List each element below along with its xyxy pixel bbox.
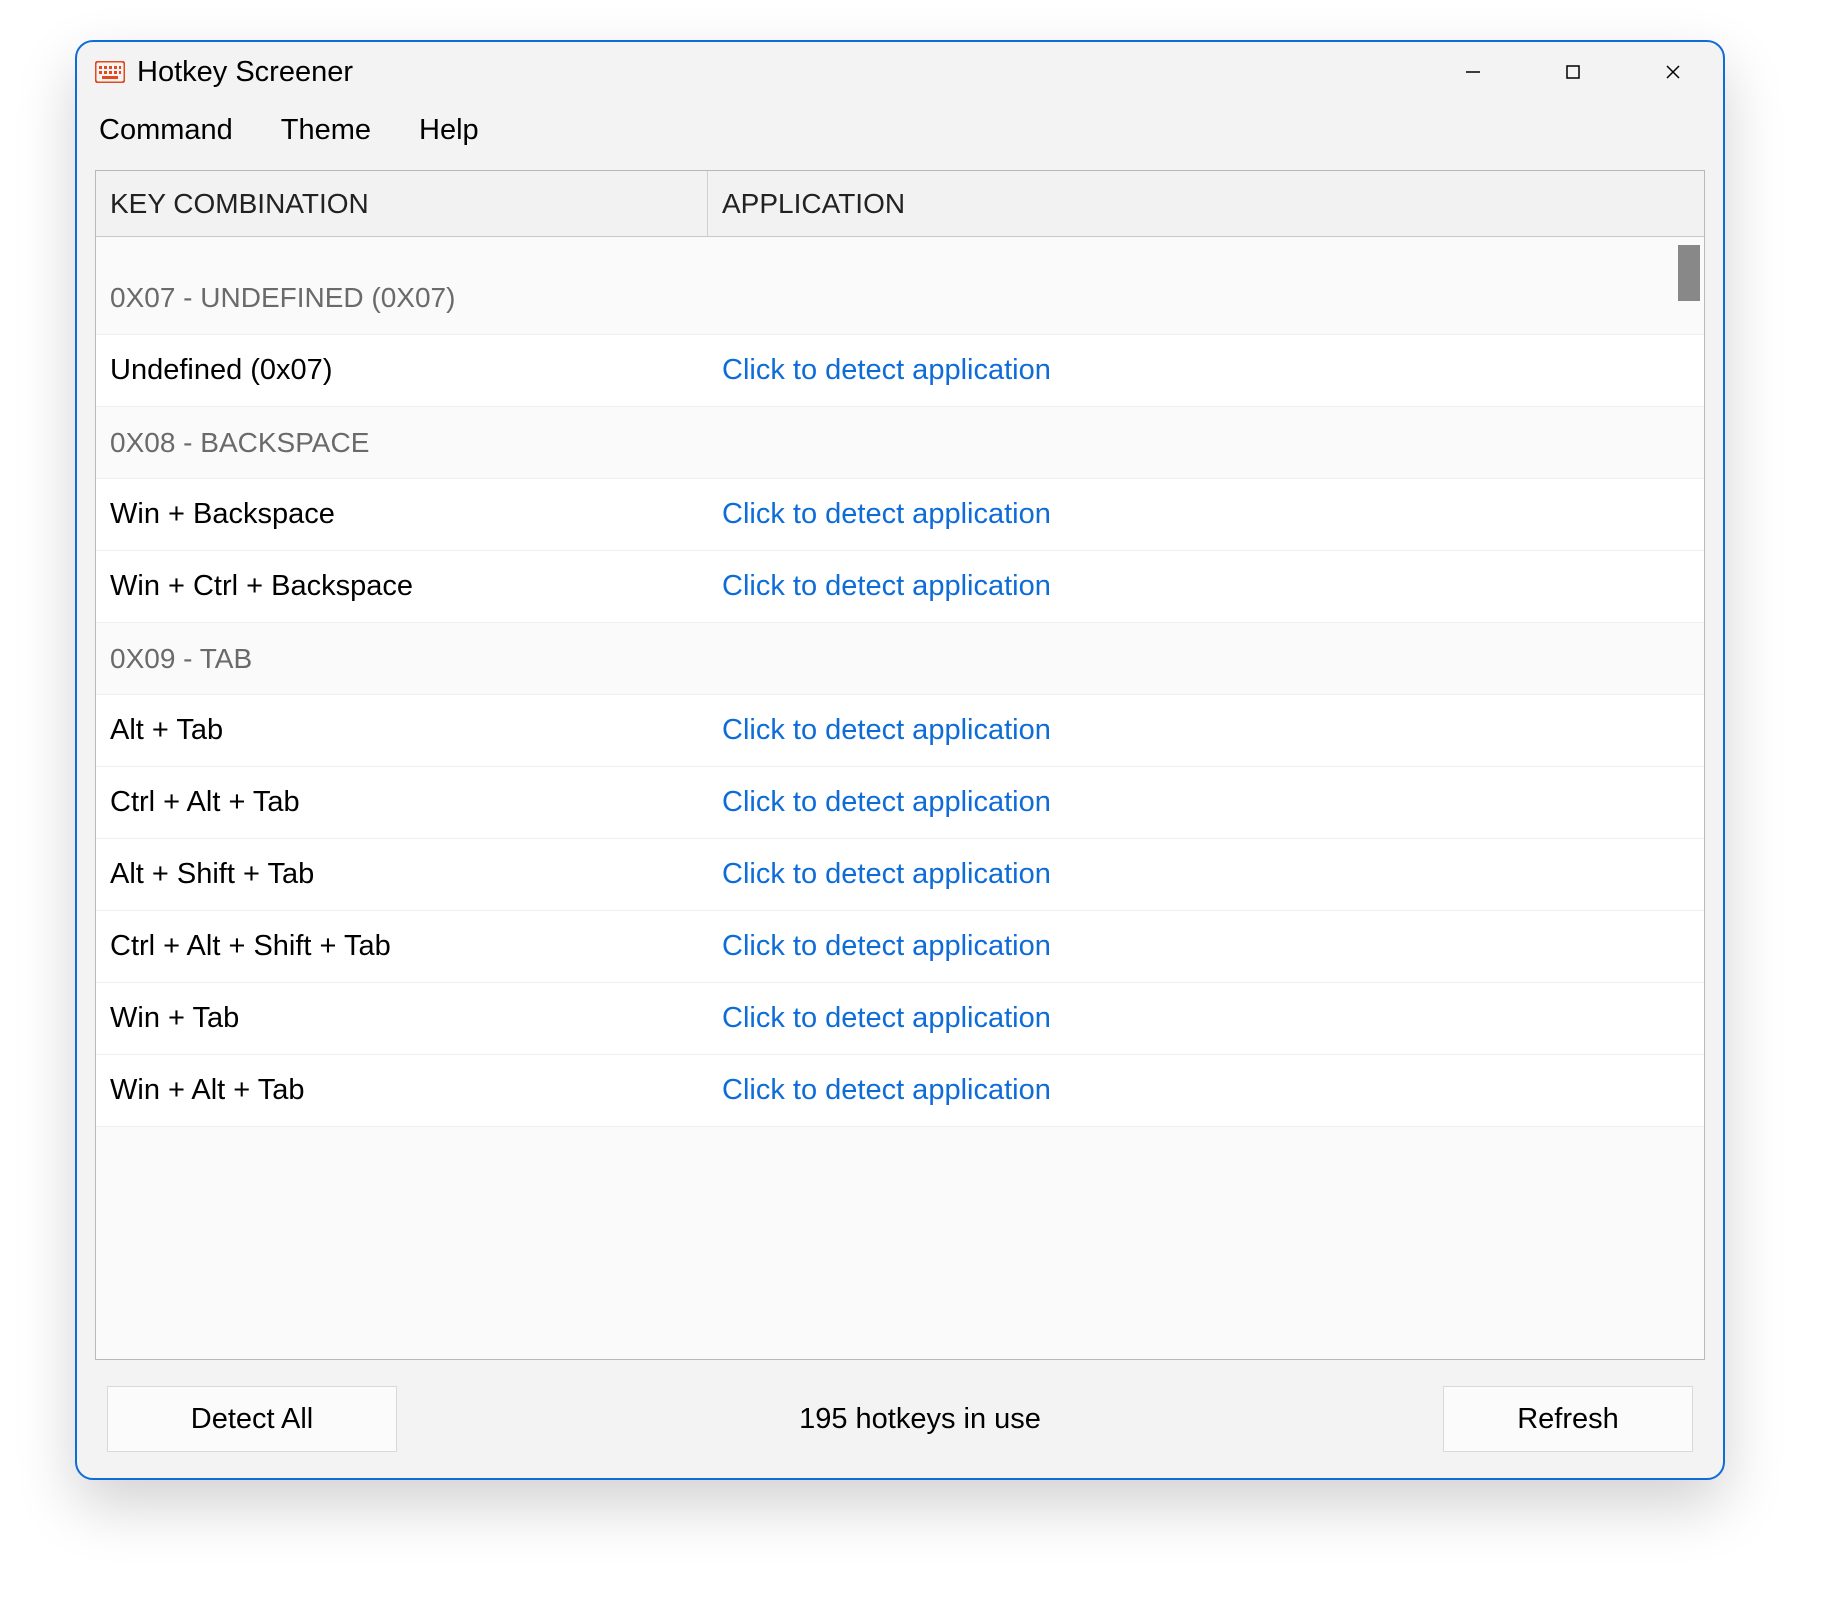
table-row[interactable]: Ctrl + Alt + Tab Click to detect applicat… xyxy=(96,767,1704,839)
application-cell: Click to detect application xyxy=(708,1074,1704,1107)
menubar: Command Theme Help xyxy=(77,102,1723,158)
key-combination: Undefined (0x07) xyxy=(96,354,708,387)
minimize-button[interactable] xyxy=(1423,42,1523,102)
column-header-key[interactable]: KEY COMBINATION xyxy=(96,171,708,236)
application-cell: Click to detect application xyxy=(708,786,1704,819)
status-text: 195 hotkeys in use xyxy=(417,1403,1423,1436)
detect-application-link[interactable]: Click to detect application xyxy=(722,498,1051,530)
table-row[interactable]: Win + Alt + Tab Click to detect applicati… xyxy=(96,1055,1704,1127)
group-header: 0X09 - TAB xyxy=(96,623,1704,695)
key-combination: Ctrl + Alt + Tab xyxy=(96,786,708,819)
table-row[interactable]: Alt + Shift + Tab Click to detect applica… xyxy=(96,839,1704,911)
detect-application-link[interactable]: Click to detect application xyxy=(722,930,1051,962)
menu-command[interactable]: Command xyxy=(99,114,233,147)
grid-body: 0X07 - UNDEFINED (0X07) Undefined (0x07) C… xyxy=(96,237,1704,1359)
table-row[interactable]: Win + Backspace Click to detect applicati… xyxy=(96,479,1704,551)
maximize-button[interactable] xyxy=(1523,42,1623,102)
application-cell: Click to detect application xyxy=(708,570,1704,603)
column-header-application[interactable]: APPLICATION xyxy=(708,188,1704,220)
grid-header: KEY COMBINATION APPLICATION xyxy=(96,171,1704,237)
hotkey-grid: KEY COMBINATION APPLICATION 0X07 - UNDEF… xyxy=(95,170,1705,1360)
key-combination: Ctrl + Alt + Shift + Tab xyxy=(96,930,708,963)
key-combination: Win + Alt + Tab xyxy=(96,1074,708,1107)
application-cell: Click to detect application xyxy=(708,1002,1704,1035)
titlebar: Hotkey Screener xyxy=(77,42,1723,102)
detect-application-link[interactable]: Click to detect application xyxy=(722,1074,1051,1106)
key-combination: Win + Backspace xyxy=(96,498,708,531)
vertical-scrollbar[interactable] xyxy=(1676,237,1702,1359)
detect-application-link[interactable]: Click to detect application xyxy=(722,786,1051,818)
scrollbar-thumb[interactable] xyxy=(1678,245,1700,301)
key-combination: Win + Tab xyxy=(96,1002,708,1035)
table-row[interactable]: Alt + Tab Click to detect application xyxy=(96,695,1704,767)
detect-application-link[interactable]: Click to detect application xyxy=(722,714,1051,746)
group-header: 0X07 - UNDEFINED (0X07) xyxy=(96,237,1704,335)
keyboard-icon xyxy=(95,61,125,83)
window-controls xyxy=(1423,42,1723,102)
close-button[interactable] xyxy=(1623,42,1723,102)
table-row[interactable]: Win + Tab Click to detect application xyxy=(96,983,1704,1055)
bottom-bar: Detect All 195 hotkeys in use Refresh xyxy=(77,1360,1723,1478)
detect-application-link[interactable]: Click to detect application xyxy=(722,858,1051,890)
key-combination: Win + Ctrl + Backspace xyxy=(96,570,708,603)
key-combination: Alt + Shift + Tab xyxy=(96,858,708,891)
table-row[interactable]: Win + Ctrl + Backspace Click to detect ap… xyxy=(96,551,1704,623)
key-combination: Alt + Tab xyxy=(96,714,708,747)
window-title: Hotkey Screener xyxy=(137,42,353,102)
menu-help[interactable]: Help xyxy=(419,114,479,147)
application-cell: Click to detect application xyxy=(708,930,1704,963)
detect-application-link[interactable]: Click to detect application xyxy=(722,570,1051,602)
application-cell: Click to detect application xyxy=(708,498,1704,531)
menu-theme[interactable]: Theme xyxy=(281,114,371,147)
detect-all-button[interactable]: Detect All xyxy=(107,1386,397,1452)
app-window: Hotkey Screener Command Theme Help xyxy=(75,40,1725,1480)
application-cell: Click to detect application xyxy=(708,714,1704,747)
detect-application-link[interactable]: Click to detect application xyxy=(722,1002,1051,1034)
application-cell: Click to detect application xyxy=(708,354,1704,387)
refresh-button[interactable]: Refresh xyxy=(1443,1386,1693,1452)
table-row[interactable]: Ctrl + Alt + Shift + Tab Click to detect … xyxy=(96,911,1704,983)
table-row[interactable]: Undefined (0x07) Click to detect applicat… xyxy=(96,335,1704,407)
application-cell: Click to detect application xyxy=(708,858,1704,891)
detect-application-link[interactable]: Click to detect application xyxy=(722,354,1051,386)
group-header: 0X08 - BACKSPACE xyxy=(96,407,1704,479)
